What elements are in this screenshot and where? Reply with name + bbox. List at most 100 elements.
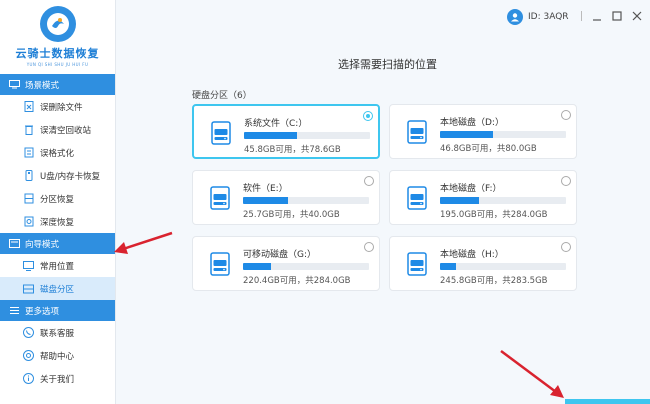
hard-disk-icon [210,252,230,276]
nav-item-disk-partition[interactable]: 磁盘分区 [0,277,115,300]
user-icon [507,9,523,25]
disk-usage-bar [440,197,566,204]
section-header-label: 向导模式 [25,239,60,250]
disk-radio[interactable] [561,176,571,186]
nav-item-contact-support[interactable]: 联系客服 [0,321,115,344]
nav-item-partition-recovery[interactable]: 分区恢复 [0,187,115,210]
nav-item-label: 帮助中心 [40,351,75,362]
disk-name: 系统文件（C:） [244,119,308,129]
hard-disk-icon [211,121,231,145]
nav-item-label: 误删除文件 [40,102,83,113]
annotation-arrow-icon [114,231,173,254]
nav-item-format[interactable]: 误格式化 [0,141,115,164]
page-title: 选择需要扫描的位置 [338,58,437,71]
disk-capacity: 46.8GB可用，共80.0GB [440,144,537,154]
divider [581,11,582,21]
disk-radio[interactable] [364,176,374,186]
section-wizard-mode[interactable]: 向导模式 [0,233,115,254]
phone-icon [23,327,34,338]
disk-radio[interactable] [363,111,373,121]
disk-radio[interactable] [364,242,374,252]
hard-disk-icon [407,252,427,276]
disk-radio[interactable] [561,110,571,120]
section-more-options[interactable]: 更多选项 [0,300,115,321]
nav-item-recycle-bin[interactable]: 误清空回收站 [0,118,115,141]
disk-usage-fill [243,263,271,270]
sidebar: 云骑士数据恢复 YUN QI SHI SHU JU HUI FU 场景模式 误删… [0,0,116,404]
menu-icon [9,306,20,315]
annotation-arrow-icon [500,349,564,398]
disk-partition-icon [23,283,34,294]
hard-disk-icon [210,186,230,210]
title-bar: ID: 3AQR [116,0,650,34]
disk-usage-bar [244,132,370,139]
nav-item-label: 关于我们 [40,374,75,385]
disk-capacity: 195.0GB可用，共284.0GB [440,210,548,220]
app-logo: 云骑士数据恢复 YUN QI SHI SHU JU HUI FU [0,0,115,74]
user-id: ID: 3AQR [528,12,569,22]
usb-icon [23,170,34,181]
disk-name: 软件（E:） [243,184,288,194]
disk-capacity: 25.7GB可用，共40.0GB [243,210,340,220]
disk-usage-fill [440,131,493,138]
section-header-label: 更多选项 [25,306,60,317]
partition-count-label: 硬盘分区（6） [192,91,252,101]
nav-item-common-locations[interactable]: 常用位置 [0,254,115,277]
nav-item-label: 联系客服 [40,328,75,339]
help-icon [23,350,34,361]
info-icon [23,373,34,384]
nav-item-label: 磁盘分区 [40,284,75,295]
disk-usage-bar [243,263,369,270]
section-scene-mode[interactable]: 场景模式 [0,74,115,95]
disk-card[interactable]: 软件（E:） 25.7GB可用，共40.0GB [192,170,380,225]
section-header-label: 场景模式 [25,80,60,91]
disk-radio[interactable] [561,242,571,252]
start-scan-button[interactable] [565,399,650,404]
user-account[interactable]: ID: 3AQR [507,9,569,25]
disk-capacity: 220.4GB可用，共284.0GB [243,276,351,286]
nav-item-label: 分区恢复 [40,194,75,205]
nav-item-label: 误格式化 [40,148,75,159]
disk-usage-fill [244,132,297,139]
disk-card[interactable]: 系统文件（C:） 45.8GB可用，共78.6GB [192,104,380,159]
disk-usage-bar [440,263,566,270]
deep-scan-icon [23,216,34,227]
partition-icon [23,193,34,204]
disk-usage-fill [243,197,289,204]
disk-name: 本地磁盘（D:） [440,118,504,128]
nav-item-help-center[interactable]: 帮助中心 [0,344,115,367]
wizard-icon [9,239,20,248]
file-delete-icon [23,101,34,112]
nav-item-about-us[interactable]: 关于我们 [0,367,115,390]
disk-usage-fill [440,197,480,204]
nav-item-label: 深度恢复 [40,217,75,228]
disk-name: 可移动磁盘（G:） [243,250,317,260]
disk-name: 本地磁盘（F:） [440,184,502,194]
monitor-icon [23,260,34,271]
nav-item-deep-recovery[interactable]: 深度恢复 [0,210,115,233]
nav-item-label: U盘/内存卡恢复 [40,171,101,182]
disk-card[interactable]: 本地磁盘（H:） 245.8GB可用，共283.5GB [389,236,577,291]
logo-icon [39,6,76,42]
recycle-bin-icon [23,124,34,135]
disk-usage-fill [440,263,457,270]
hard-disk-icon [407,186,427,210]
format-icon [23,147,34,158]
minimize-icon[interactable] [590,9,604,23]
hard-disk-icon [407,120,427,144]
nav-item-usb-card[interactable]: U盘/内存卡恢复 [0,164,115,187]
nav-item-label: 误清空回收站 [40,125,92,136]
disk-usage-bar [440,131,566,138]
app-title: 云骑士数据恢复 [15,47,100,60]
maximize-icon[interactable] [610,9,624,23]
disk-card[interactable]: 可移动磁盘（G:） 220.4GB可用，共284.0GB [192,236,380,291]
disk-usage-bar [243,197,369,204]
close-icon[interactable] [630,9,644,23]
monitor-icon [9,80,20,89]
disk-capacity: 45.8GB可用，共78.6GB [244,145,341,155]
disk-card[interactable]: 本地磁盘（D:） 46.8GB可用，共80.0GB [389,104,577,159]
disk-card[interactable]: 本地磁盘（F:） 195.0GB可用，共284.0GB [389,170,577,225]
nav-item-deleted-files[interactable]: 误删除文件 [0,95,115,118]
disk-capacity: 245.8GB可用，共283.5GB [440,276,548,286]
app-subtitle: YUN QI SHI SHU JU HUI FU [26,62,89,67]
